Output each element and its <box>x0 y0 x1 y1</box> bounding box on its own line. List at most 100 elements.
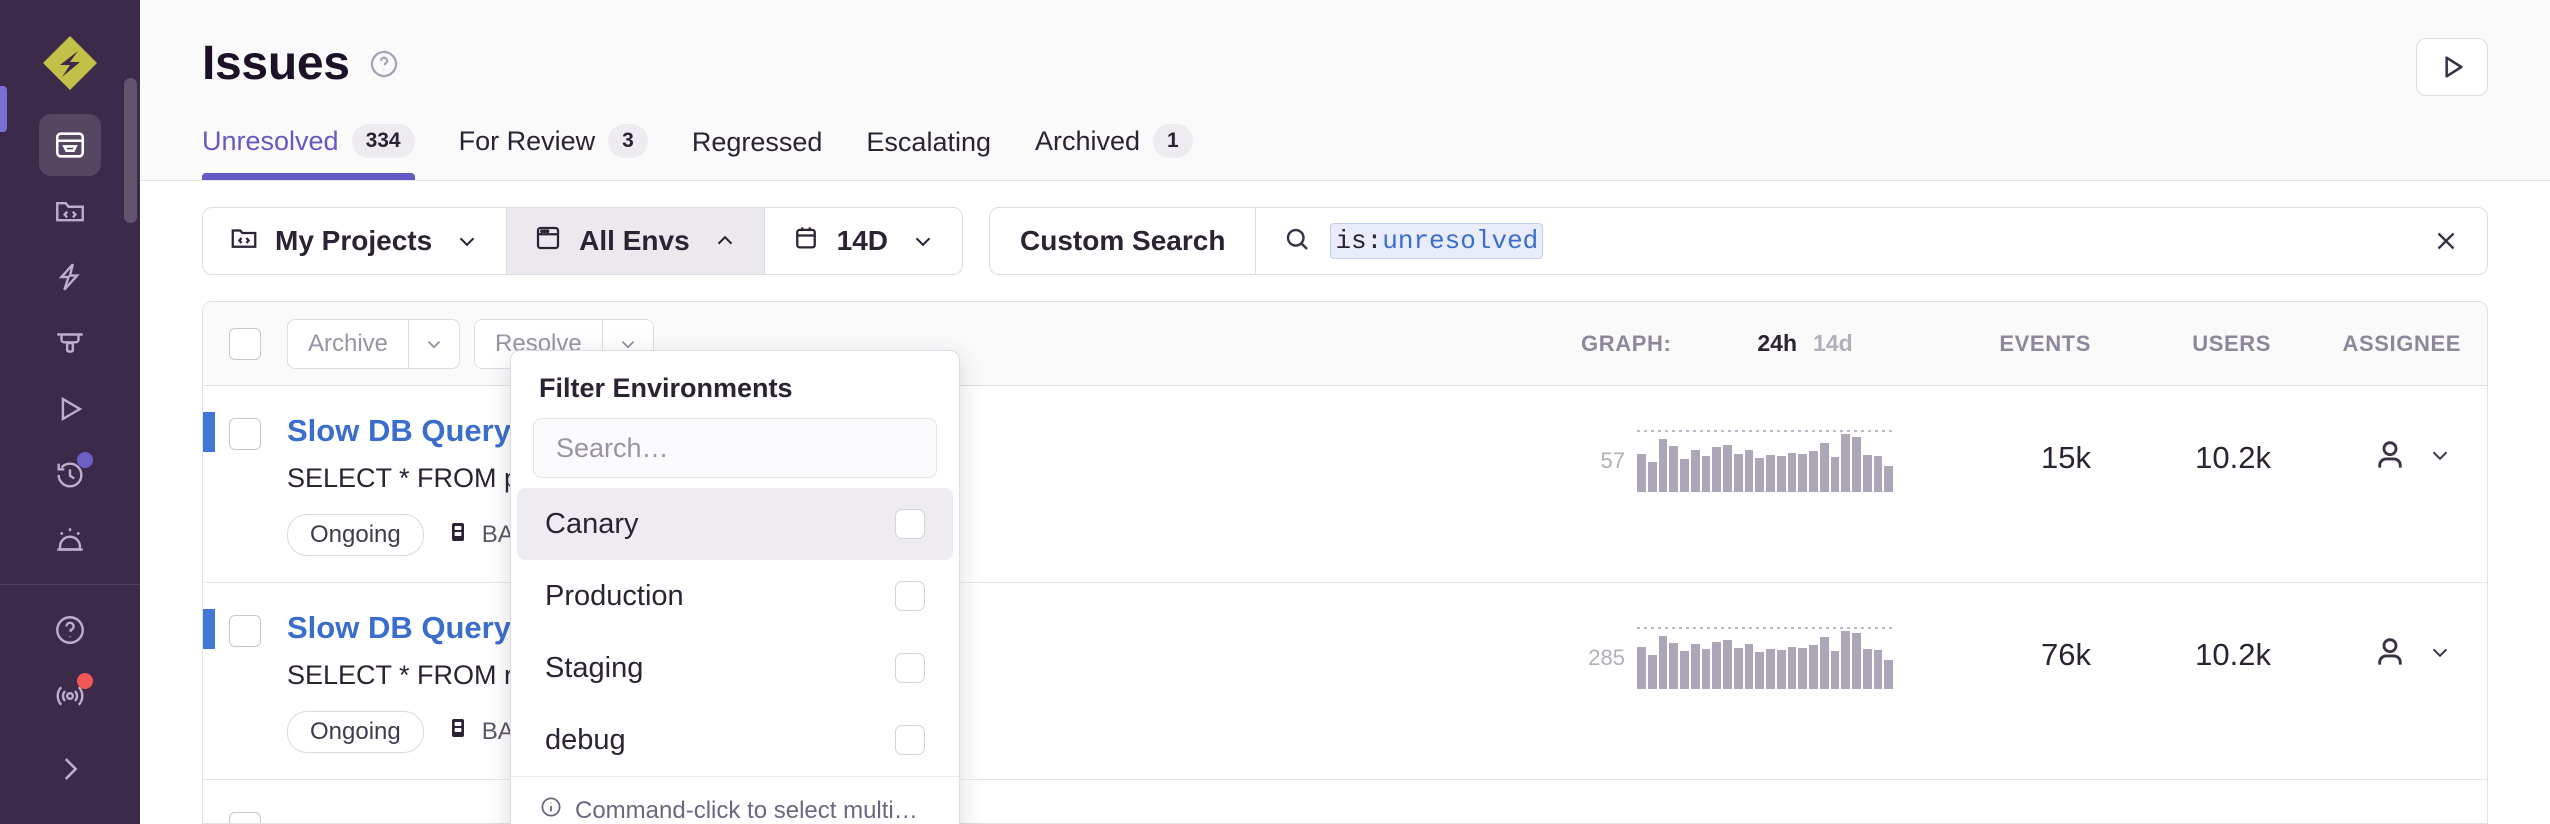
search-query-token[interactable]: is:unresolved <box>1330 223 1543 259</box>
close-x-icon[interactable] <box>2431 226 2487 256</box>
users-count[interactable]: 10.2k <box>2091 412 2271 476</box>
sidebar-item-projects[interactable] <box>39 180 101 242</box>
environment-search-input[interactable] <box>533 418 937 478</box>
sidebar-item-performance[interactable] <box>39 246 101 308</box>
datetime-filter-label: 14D <box>837 225 888 257</box>
sidebar-item-broadcasts[interactable] <box>39 665 101 727</box>
sidebar-active-indicator <box>0 86 7 132</box>
sparkline-bars <box>1637 434 1893 492</box>
events-count[interactable]: 15k <box>1911 412 2091 476</box>
user-avatar-icon <box>2371 436 2409 479</box>
tab-label: Regressed <box>692 127 823 158</box>
window-browser-icon <box>533 223 563 260</box>
issue-sparkline: 285 <box>1581 609 1911 689</box>
archive-button[interactable]: Archive <box>287 319 460 369</box>
tab-label: Unresolved <box>202 126 339 157</box>
chevron-down-icon <box>2427 639 2453 670</box>
tab-archived[interactable]: Archived 1 <box>1013 124 1215 180</box>
dropdown-option-production[interactable]: Production <box>517 560 953 632</box>
sidebar-item-replays[interactable] <box>39 378 101 440</box>
dropdown-option-debug[interactable]: debug <box>517 704 953 776</box>
history-badge-dot <box>77 452 93 468</box>
chevron-down-icon[interactable] <box>408 320 459 368</box>
assignee-column-header: ASSIGNEE <box>2271 331 2461 357</box>
events-count[interactable]: 76k <box>1911 609 2091 673</box>
magnifier-icon <box>1282 224 1312 259</box>
sidebar-item-alerts[interactable] <box>39 510 101 572</box>
server-icon <box>446 520 470 551</box>
sidebar-item-help[interactable] <box>39 599 101 661</box>
environment-filter-button[interactable]: All Envs <box>507 208 764 274</box>
sentry-logo[interactable] <box>33 26 107 100</box>
select-all-checkbox[interactable] <box>229 328 261 360</box>
user-avatar-icon <box>2371 633 2409 676</box>
server-icon <box>446 716 470 747</box>
dropdown-footer-text: Command-click to select multi… <box>575 797 918 824</box>
row-checkbox[interactable] <box>229 615 261 647</box>
query-value: unresolved <box>1382 226 1538 256</box>
dropdown-option-checkbox[interactable] <box>895 581 925 611</box>
query-key: is: <box>1335 226 1382 256</box>
dropdown-option-checkbox[interactable] <box>895 509 925 539</box>
events-column-header[interactable]: EVENTS <box>1911 331 2091 357</box>
app-root: Issues Unresolved 334 <box>0 0 2550 824</box>
project-folder-code-icon <box>229 223 259 260</box>
page-header: Issues Unresolved 334 <box>140 0 2550 181</box>
tab-badge: 3 <box>608 124 648 158</box>
row-checkbox[interactable] <box>229 418 261 450</box>
calendar-icon <box>791 223 821 260</box>
custom-search-label[interactable]: Custom Search <box>990 208 1256 274</box>
filter-bar: My Projects A <box>140 181 2550 275</box>
search-input[interactable]: is:unresolved <box>1256 223 2431 259</box>
dropdown-option-checkbox[interactable] <box>895 725 925 755</box>
status-badge: Ongoing <box>287 711 424 753</box>
row-status-marker <box>203 609 215 649</box>
assignee-selector[interactable] <box>2271 609 2461 676</box>
sidebar-scrollbar[interactable] <box>124 78 137 223</box>
issue-tabs: Unresolved 334 For Review 3 Regressed Es… <box>202 124 2488 180</box>
graph-period-24h[interactable]: 24h <box>1757 330 1797 357</box>
row-checkbox[interactable] <box>229 812 261 824</box>
dropdown-option-staging[interactable]: Staging <box>517 632 953 704</box>
project-filter-button[interactable]: My Projects <box>203 208 507 274</box>
environment-filter-label: All Envs <box>579 225 689 257</box>
dropdown-option-label: Production <box>545 580 684 613</box>
question-circle-icon[interactable] <box>368 48 400 85</box>
environment-dropdown-panel: Filter Environments Canary Production St… <box>510 350 960 824</box>
users-count[interactable]: 10.2k <box>2091 609 2271 673</box>
sparkline-max-label: 57 <box>1581 448 1625 474</box>
sidebar-item-insights[interactable] <box>39 312 101 374</box>
sidebar-expand-button[interactable] <box>0 752 140 786</box>
archive-label: Archive <box>288 330 408 358</box>
page-title: Issues <box>202 36 350 91</box>
users-column-header[interactable]: USERS <box>2091 331 2271 357</box>
tab-regressed[interactable]: Regressed <box>670 127 845 180</box>
filter-button-group: My Projects A <box>202 207 963 275</box>
tab-badge: 334 <box>352 124 415 158</box>
status-badge: Ongoing <box>287 514 424 556</box>
sidebar-items <box>0 114 140 727</box>
dropdown-footer: Command-click to select multi… <box>511 776 959 824</box>
dropdown-option-checkbox[interactable] <box>895 653 925 683</box>
issue-sparkline: 57 <box>1581 412 1911 492</box>
sidebar-item-history[interactable] <box>39 444 101 506</box>
graph-label: GRAPH: <box>1581 331 1671 357</box>
play-triangle-icon[interactable] <box>2416 38 2488 96</box>
dropdown-option-label: debug <box>545 724 626 757</box>
dropdown-option-canary[interactable]: Canary <box>517 488 953 560</box>
row-status-marker <box>203 412 215 452</box>
tab-for-review[interactable]: For Review 3 <box>437 124 670 180</box>
tab-escalating[interactable]: Escalating <box>844 127 1013 180</box>
sidebar-divider <box>0 584 140 585</box>
chevron-down-icon <box>454 228 480 254</box>
datetime-filter-button[interactable]: 14D <box>765 208 962 274</box>
graph-period-14d[interactable]: 14d <box>1813 330 1853 357</box>
graph-column-header: GRAPH: 24h 14d <box>1581 330 1911 357</box>
tab-unresolved[interactable]: Unresolved 334 <box>202 124 437 180</box>
sparkline-bars <box>1637 631 1893 689</box>
assignee-selector[interactable] <box>2271 412 2461 479</box>
sparkline-maxline <box>1637 627 1893 629</box>
issues-table-wrapper: Archive Resolve <box>140 275 2550 824</box>
sidebar-item-issues[interactable] <box>39 114 101 176</box>
search-bar: Custom Search is:unresolved <box>989 207 2488 275</box>
